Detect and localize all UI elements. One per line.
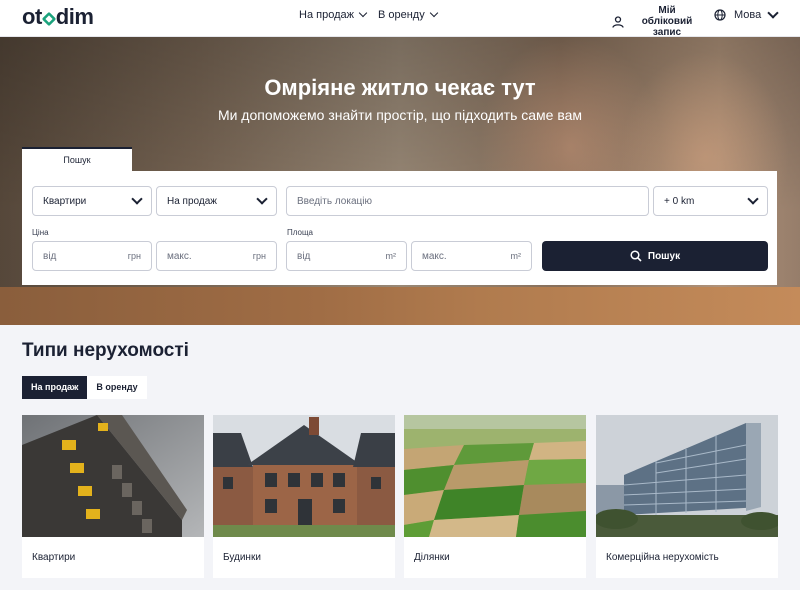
card-label: Комерційна нерухомість <box>606 552 719 563</box>
radius-value: + 0 km <box>664 195 695 207</box>
property-card-commercial[interactable]: Комерційна нерухомість <box>596 415 778 578</box>
price-unit: грн <box>127 251 141 261</box>
price-from-placeholder: від <box>43 250 57 262</box>
account-button[interactable]: Мій обліковий запис <box>612 5 702 38</box>
property-card-houses[interactable]: Будинки <box>213 415 395 578</box>
section-title: Типи нерухомості <box>22 340 189 361</box>
chevron-down-icon <box>429 8 438 18</box>
price-to-input[interactable]: макс. грн <box>156 241 277 271</box>
property-card-apartments[interactable]: Квартири <box>22 415 204 578</box>
hero-title: Омріяне житло чекає тут <box>264 75 536 100</box>
apartment-building-image <box>22 415 204 537</box>
card-label: Будинки <box>223 552 261 563</box>
top-header: otodim otdim На продаж В оренду Мій облі… <box>0 0 800 38</box>
location-placeholder: Введіть локацію <box>297 195 372 207</box>
property-type-value: Квартири <box>43 195 87 207</box>
language-selector[interactable]: Мова <box>714 7 779 21</box>
area-to-placeholder: макс. <box>422 250 447 262</box>
logo-mark-icon <box>41 11 56 27</box>
chevron-down-icon <box>767 7 779 19</box>
location-input[interactable]: Введіть локацію <box>286 186 649 216</box>
card-label: Квартири <box>32 552 76 563</box>
deal-type-value: На продаж <box>167 195 217 207</box>
tab-sale[interactable]: На продаж <box>22 376 88 399</box>
globe-icon <box>714 9 726 21</box>
property-type-select[interactable]: Квартири <box>32 186 152 216</box>
nav-item-sale[interactable]: На продаж <box>299 8 368 21</box>
card-label: Ділянки <box>414 552 450 563</box>
main-nav: На продаж В оренду <box>299 8 438 21</box>
hero-background-floor <box>0 287 800 325</box>
area-unit: m² <box>510 251 522 261</box>
price-unit: грн <box>252 251 266 261</box>
user-icon <box>612 15 624 28</box>
chevron-down-icon <box>131 193 143 205</box>
area-unit: m² <box>385 251 397 261</box>
price-label: Ціна <box>32 228 49 237</box>
price-from-input[interactable]: від грн <box>32 241 152 271</box>
property-card-plots[interactable]: Ділянки <box>404 415 586 578</box>
account-label: Мій обліковий запис <box>641 5 693 38</box>
farmland-plots-image <box>404 415 586 537</box>
nav-item-label: На продаж <box>299 9 354 21</box>
brick-house-image <box>213 415 395 537</box>
radius-select[interactable]: + 0 km <box>653 186 768 216</box>
tab-rent[interactable]: В оренду <box>87 376 147 399</box>
nav-item-rent[interactable]: В оренду <box>377 8 438 21</box>
search-button-label: Пошук <box>647 250 681 262</box>
price-to-placeholder: макс. <box>167 250 192 262</box>
chevron-down-icon <box>256 193 268 205</box>
hero-subtitle: Ми допоможемо знайти простір, що підходи… <box>217 107 583 123</box>
search-panel: Квартири На продаж Введіть локацію + 0 k… <box>22 171 777 285</box>
language-label: Мова <box>734 9 762 21</box>
nav-item-label: В оренду <box>377 9 425 21</box>
chevron-down-icon <box>747 193 759 205</box>
area-from-placeholder: від <box>297 250 311 262</box>
search-button[interactable]: Пошук <box>542 241 768 271</box>
logo[interactable]: otodim otdim <box>22 4 94 30</box>
property-types-tabs: На продаж В оренду <box>22 376 147 399</box>
area-label: Площа <box>287 228 313 237</box>
search-icon <box>630 250 642 262</box>
glass-office-building-image <box>596 415 778 537</box>
deal-type-select[interactable]: На продаж <box>156 186 277 216</box>
tab-search[interactable]: Пошук <box>22 147 132 171</box>
area-to-input[interactable]: макс. m² <box>411 241 532 271</box>
area-from-input[interactable]: від m² <box>286 241 407 271</box>
chevron-down-icon <box>358 8 368 18</box>
